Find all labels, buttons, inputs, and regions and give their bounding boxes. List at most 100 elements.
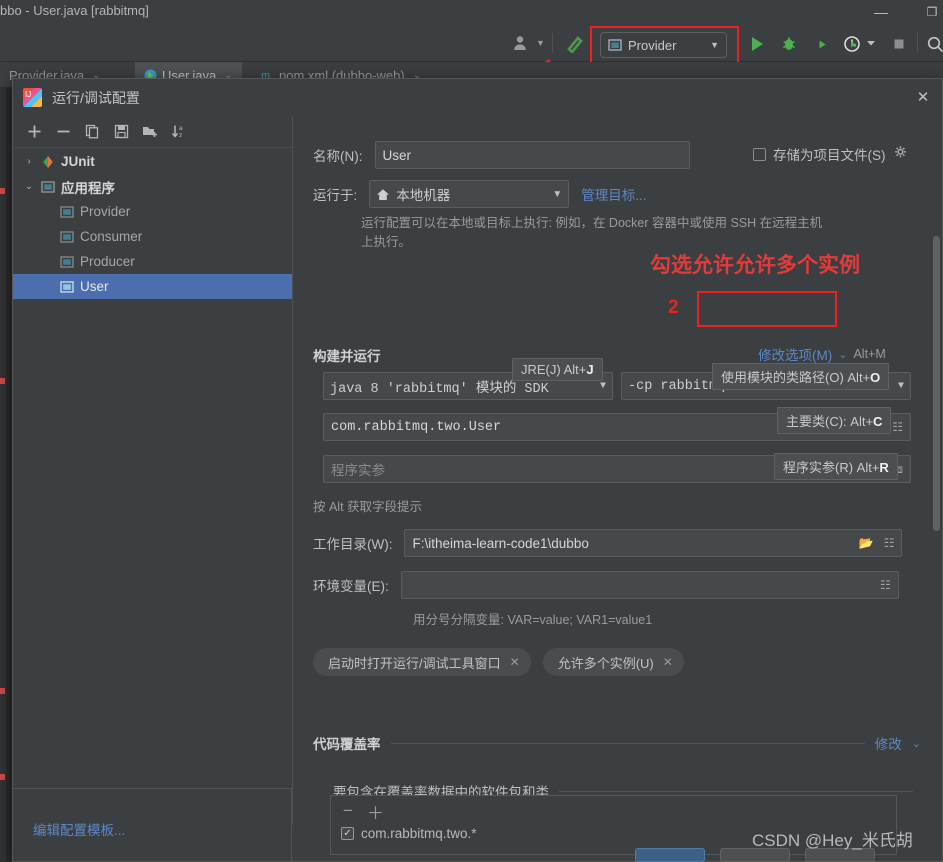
close-icon[interactable]: ✕ <box>914 89 932 107</box>
ide-toolbar: ▼ Provider ▼ <box>0 24 943 77</box>
avatar-dropdown-caret-icon[interactable]: ▼ <box>536 38 545 48</box>
environment-variables-input[interactable]: ☷ <box>400 571 899 599</box>
tooltip-text: 程序实参(R) Alt+ <box>783 460 880 475</box>
edit-configuration-templates-link[interactable]: 编辑配置模板... <box>33 819 125 839</box>
run-with-coverage-icon[interactable] <box>812 35 832 53</box>
chevron-right-icon[interactable]: › <box>23 156 35 167</box>
form-scrollbar-thumb[interactable] <box>933 236 940 531</box>
tooltip-text: JRE(J) Alt+ <box>521 362 587 377</box>
add-configuration-button[interactable] <box>21 120 47 144</box>
tooltip-hotkey: R <box>879 460 889 475</box>
run-icon[interactable] <box>748 35 768 53</box>
chevron-down-icon[interactable]: ▼ <box>710 40 719 50</box>
tree-item-consumer[interactable]: Consumer <box>13 224 292 249</box>
manage-targets-link[interactable]: 管理目标... <box>581 184 646 204</box>
tree-item-label: 应用程序 <box>61 180 115 196</box>
build-hammer-icon[interactable] <box>565 33 587 54</box>
run-configuration-selector[interactable]: Provider ▼ <box>600 32 727 58</box>
build-and-run-section-title: 构建并运行 <box>313 349 381 364</box>
search-icon[interactable] <box>926 35 943 53</box>
program-arguments-placeholder: 程序实参 <box>331 463 385 478</box>
chevron-down-icon[interactable]: ⌄ <box>838 348 847 361</box>
edit-env-icon[interactable]: ☷ <box>880 578 891 592</box>
store-as-project-file-checkbox[interactable] <box>753 147 766 161</box>
tree-item-provider[interactable]: Provider <box>13 199 292 224</box>
annotation-label-2: 2 <box>668 297 679 318</box>
name-input[interactable]: User <box>374 141 690 169</box>
tooltip-use-module-classpath: 使用模块的类路径(O) Alt+O <box>712 363 890 390</box>
name-label: 名称(N): <box>313 149 363 164</box>
chevron-down-icon[interactable]: ⌄ <box>912 737 921 750</box>
application-icon <box>41 180 55 193</box>
code-coverage-section-header: 代码覆盖率 修改 ⌄ <box>313 733 921 753</box>
browse-main-class-icon[interactable]: ☷ <box>892 420 903 435</box>
dialog-title: 运行/调试配置 <box>52 89 140 106</box>
tree-item-label: JUnit <box>61 154 95 169</box>
copy-configuration-button[interactable] <box>79 120 105 144</box>
main-class-value: com.rabbitmq.two.User <box>331 419 502 435</box>
application-icon <box>60 280 74 293</box>
coverage-remove-button[interactable]: − <box>343 801 353 821</box>
tree-group-junit[interactable]: › JUnit <box>13 149 292 174</box>
run-debug-configurations-dialog: 运行/调试配置 ✕ <box>12 78 943 862</box>
window-minimize-button[interactable]: — <box>866 0 896 24</box>
chip-allow-multiple-instances[interactable]: 允许多个实例(U) ✕ <box>542 648 684 676</box>
folder-browse-icon[interactable]: 📂 <box>859 536 874 550</box>
configurations-left-panel: az › JUnit ⌄ 应用程序 Provider Consumer Prod… <box>13 116 293 825</box>
ide-title-bar: bbo - User.java [rabbitmq] — ❐ <box>0 0 943 24</box>
coverage-modify-link[interactable]: 修改 <box>875 733 902 753</box>
chevron-down-icon[interactable]: ▼ <box>552 189 562 200</box>
coverage-item-checkbox[interactable]: ✓ <box>341 827 354 840</box>
macro-icon[interactable]: ☷ <box>884 536 895 550</box>
form-scrollbar[interactable] <box>933 236 940 861</box>
debug-icon[interactable] <box>780 35 800 53</box>
tree-item-user[interactable]: User <box>13 274 292 299</box>
profiler-dropdown-caret-icon[interactable] <box>866 35 878 53</box>
save-configuration-button[interactable] <box>108 120 134 144</box>
working-directory-input[interactable]: F:\itheima-learn-code1\dubbo 📂 ☷ <box>404 529 903 557</box>
chevron-down-icon[interactable]: ▼ <box>600 381 606 392</box>
tree-item-label: Provider <box>80 204 131 219</box>
remove-configuration-button[interactable] <box>50 120 76 144</box>
tree-item-label: Producer <box>80 254 135 269</box>
avatar-icon[interactable] <box>512 34 534 52</box>
chip-label: 启动时打开运行/调试工具窗口 <box>328 655 501 671</box>
working-directory-value: F:\itheima-learn-code1\dubbo <box>412 535 589 551</box>
tooltip-jre: JRE(J) Alt+J <box>512 358 603 381</box>
tooltip-main-class: 主要类(C): Alt+C <box>777 407 892 434</box>
chevron-down-icon[interactable]: ▼ <box>898 381 904 392</box>
tooltip-program-arguments: 程序实参(R) Alt+R <box>774 453 898 480</box>
stop-icon[interactable] <box>890 35 910 53</box>
tree-item-producer[interactable]: Producer <box>13 249 292 274</box>
close-icon[interactable]: ✕ <box>510 655 520 669</box>
run-on-target-select[interactable]: 本地机器 ▼ <box>369 180 570 208</box>
tree-group-application[interactable]: ⌄ 应用程序 <box>13 174 292 199</box>
intellij-logo-icon <box>23 88 42 107</box>
name-row: 名称(N): User <box>313 141 690 169</box>
run-on-target-value: 本地机器 <box>396 188 451 203</box>
profiler-icon[interactable] <box>843 35 863 53</box>
sort-configurations-button[interactable]: az <box>166 120 192 144</box>
toolbar-divider <box>552 33 553 53</box>
chip-label: 允许多个实例(U) <box>557 655 654 671</box>
dialog-title-bar: 运行/调试配置 <box>13 79 942 116</box>
new-folder-button[interactable] <box>137 120 163 144</box>
chevron-down-icon[interactable]: ⌄ <box>23 181 35 192</box>
coverage-add-button[interactable]: ＋ <box>367 799 384 824</box>
store-as-project-file-row: 存储为项目文件(S) <box>753 144 908 164</box>
window-maximize-button[interactable]: ❐ <box>920 0 943 24</box>
working-directory-row: 工作目录(W): F:\itheima-learn-code1\dubbo 📂 … <box>313 529 903 557</box>
application-icon <box>60 205 74 218</box>
ok-button[interactable] <box>635 848 705 862</box>
application-icon <box>60 230 74 243</box>
chip-open-run-tool-window[interactable]: 启动时打开运行/调试工具窗口 ✕ <box>313 648 531 676</box>
run-on-hint-line-1: 运行配置可以在本地或目标上执行: 例如，在 Docker 容器中或使用 SSH … <box>361 216 823 230</box>
modify-options-link[interactable]: 修改选项(M) <box>758 344 832 364</box>
application-icon <box>608 38 622 51</box>
toolbar-divider-2 <box>917 33 918 53</box>
store-as-project-file-label: 存储为项目文件(S) <box>773 148 886 163</box>
close-icon[interactable]: ✕ <box>663 655 673 669</box>
tooltip-hotkey: J <box>586 362 594 377</box>
run-on-hint-line-2: 上执行。 <box>361 235 412 249</box>
gear-icon[interactable] <box>893 145 908 163</box>
